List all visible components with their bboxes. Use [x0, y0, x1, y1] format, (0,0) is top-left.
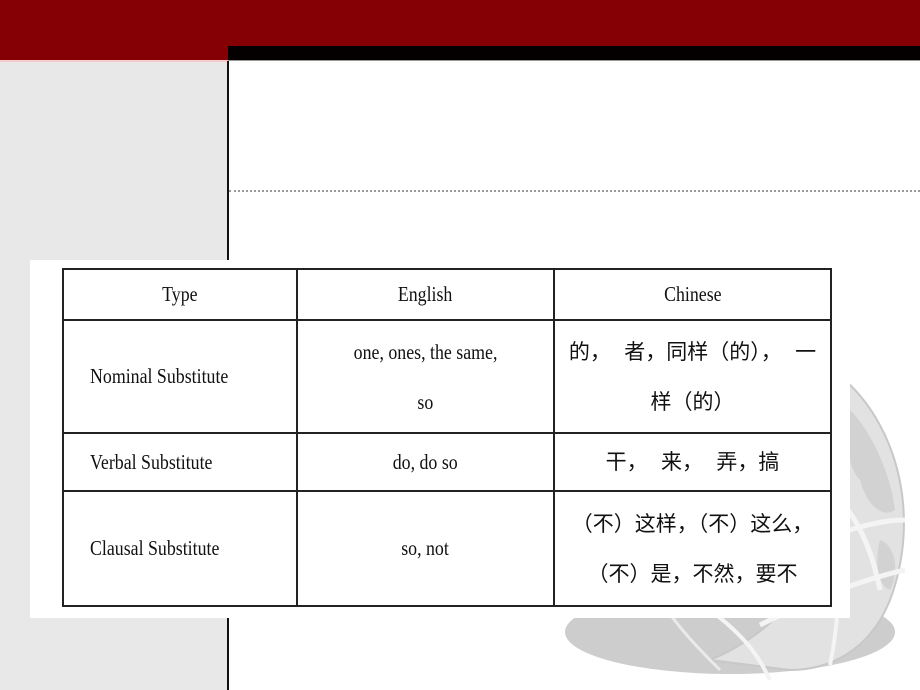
table-row: Verbal Substitute do, do so 干， 来， 弄，搞: [62, 432, 832, 492]
table-row: Clausal Substitute so, not （不）这样，（不）这么， …: [62, 490, 832, 607]
title-underline-dotted: [229, 190, 920, 192]
table-header-row: Type English Chinese: [62, 268, 832, 321]
cell-type: Clausal Substitute: [62, 490, 298, 607]
cell-english: one, ones, the same, so: [296, 319, 555, 434]
cell-english: so, not: [296, 490, 555, 607]
content-top-line: [228, 60, 920, 61]
cell-chinese: 的， 者，同样（的）， 一 样（的）: [553, 319, 832, 434]
header-english: English: [296, 268, 555, 321]
header-black-band: [228, 46, 920, 60]
cell-chinese: 干， 来， 弄，搞: [553, 432, 832, 492]
cell-type: Nominal Substitute: [62, 319, 298, 434]
cell-chinese: （不）这样，（不）这么， （不）是，不然，要不: [553, 490, 832, 607]
header-chinese: Chinese: [553, 268, 832, 321]
table-row: Nominal Substitute one, ones, the same, …: [62, 319, 832, 434]
cell-english: do, do so: [296, 432, 555, 492]
cell-type: Verbal Substitute: [62, 432, 298, 492]
header-type: Type: [62, 268, 298, 321]
substitution-table: Type English Chinese Nominal Substitute …: [62, 268, 832, 607]
